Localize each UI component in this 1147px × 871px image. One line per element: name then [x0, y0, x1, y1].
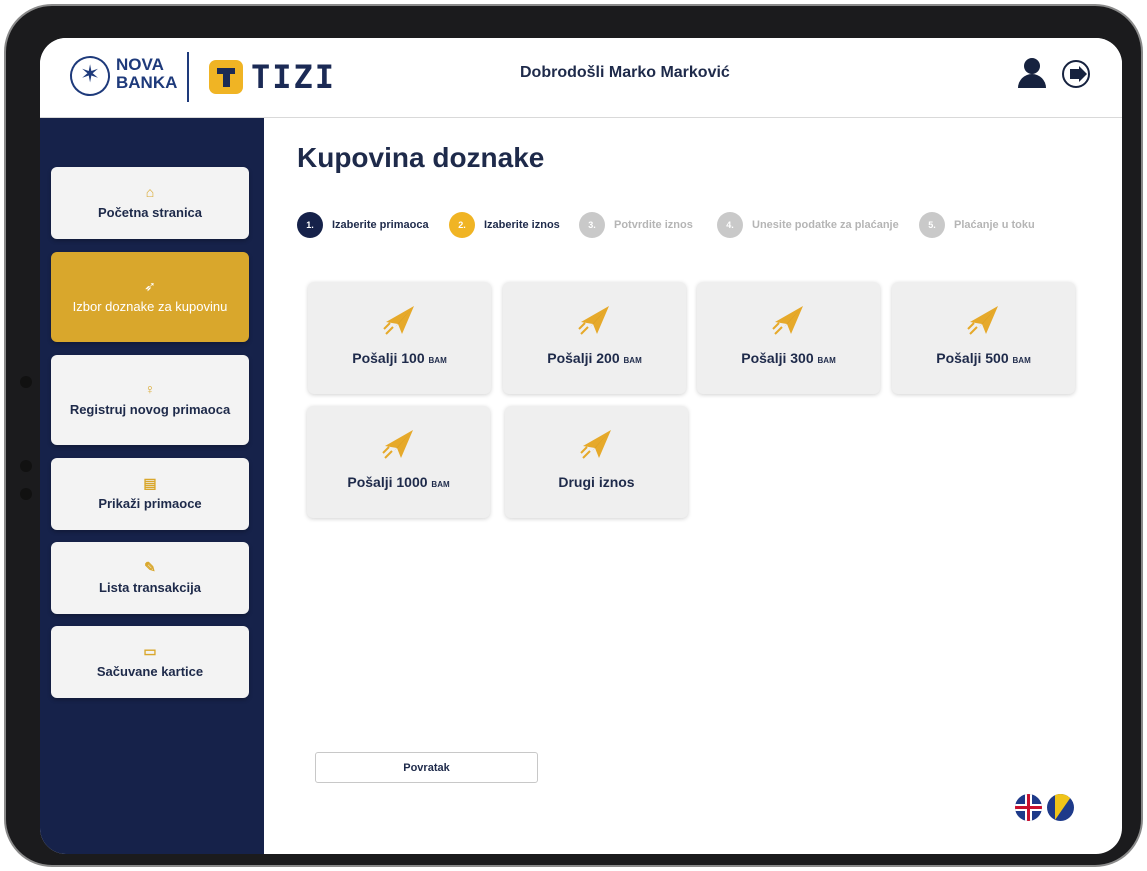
amount-label: Pošalji 200 BAM — [547, 350, 642, 366]
step-label: Izaberite primaoca — [332, 219, 429, 231]
amount-label: Pošalji 100 BAM — [352, 350, 447, 366]
document-icon: ▤ — [143, 475, 157, 491]
step-label: Unesite podatke za plaćanje — [752, 219, 899, 231]
amount-card-other[interactable]: Drugi iznos — [505, 406, 688, 518]
app-screen: ✶ NOVA BANKA TIZI Dobrodošli Marko Marko… — [40, 38, 1122, 854]
sidebar-item-saved-cards[interactable]: ▭ Sačuvane kartice — [51, 626, 249, 698]
send-plane-icon — [383, 306, 414, 335]
bosnian-flag-icon[interactable] — [1047, 794, 1074, 821]
sidebar-item-label: Izbor doznake za kupovinu — [72, 299, 228, 314]
device-button — [20, 488, 32, 500]
device-button — [20, 376, 32, 388]
step-number: 3. — [579, 212, 605, 238]
bank-name: NOVA BANKA — [116, 55, 178, 92]
sidebar: ⌂ Početna stranica ➶ Izbor doznake za ku… — [40, 118, 264, 854]
back-button[interactable]: Povratak — [315, 752, 538, 783]
card-icon: ▭ — [143, 643, 157, 659]
tizi-mark-icon — [209, 60, 243, 94]
amount-card-200[interactable]: Pošalji 200 BAM — [503, 282, 686, 394]
step-label: Potvrdite iznos — [614, 219, 693, 231]
home-icon: ⌂ — [145, 184, 155, 200]
send-plane-icon: ➶ — [144, 278, 156, 294]
welcome-text: Dobrodošli Marko Marković — [520, 64, 730, 81]
send-plane-icon — [578, 306, 609, 335]
step-label: Izaberite iznos — [484, 219, 560, 231]
step-number: 5. — [919, 212, 945, 238]
step-number: 4. — [717, 212, 743, 238]
list-edit-icon: ✎ — [144, 559, 156, 575]
nova-banka-logo: ✶ NOVA BANKA — [64, 50, 180, 102]
sidebar-item-label: Registruj novog primaoca — [69, 402, 231, 417]
step-5: 5. Plaćanje u toku — [919, 212, 1035, 238]
amount-card-1000[interactable]: Pošalji 1000 BAM — [307, 406, 490, 518]
sidebar-item-transactions[interactable]: ✎ Lista transakcija — [51, 542, 249, 614]
star-icon: ✶ — [80, 60, 101, 88]
page-title: Kupovina doznake — [297, 142, 545, 173]
step-1: 1. Izaberite primaoca — [297, 212, 429, 238]
sidebar-item-label: Lista transakcija — [99, 580, 201, 595]
amount-label: Pošalji 500 BAM — [936, 350, 1031, 366]
step-3: 3. Potvrdite iznos — [579, 212, 693, 238]
sidebar-item-recipients[interactable]: ▤ Prikaži primaoce — [51, 458, 249, 530]
sidebar-item-label: Sačuvane kartice — [96, 664, 204, 679]
user-profile-icon[interactable] — [1016, 58, 1048, 90]
top-bar: ✶ NOVA BANKA TIZI Dobrodošli Marko Marko… — [40, 38, 1122, 118]
amount-card-100[interactable]: Pošalji 100 BAM — [308, 282, 491, 394]
sidebar-item-label: Prikaži primaoce — [98, 496, 202, 511]
step-number: 2. — [449, 212, 475, 238]
sidebar-item-home[interactable]: ⌂ Početna stranica — [51, 167, 249, 239]
device-button — [20, 460, 32, 472]
logout-icon[interactable] — [1062, 60, 1090, 88]
amount-card-500[interactable]: Pošalji 500 BAM — [892, 282, 1075, 394]
send-plane-icon — [382, 430, 413, 459]
app-name: TIZI — [251, 58, 337, 96]
sidebar-item-register-recipient[interactable]: ♀ Registruj novog primaoca — [51, 355, 249, 445]
send-plane-icon — [772, 306, 803, 335]
sidebar-item-remittance[interactable]: ➶ Izbor doznake za kupovinu — [51, 252, 249, 342]
english-flag-icon[interactable] — [1015, 794, 1042, 821]
amount-label: Pošalji 1000 BAM — [347, 474, 450, 490]
step-4: 4. Unesite podatke za plaćanje — [717, 212, 899, 238]
step-label: Plaćanje u toku — [954, 219, 1035, 231]
step-2: 2. Izaberite iznos — [449, 212, 560, 238]
amount-card-300[interactable]: Pošalji 300 BAM — [697, 282, 880, 394]
step-number: 1. — [297, 212, 323, 238]
send-plane-icon — [580, 430, 611, 459]
sidebar-item-label: Početna stranica — [97, 205, 203, 220]
add-user-icon: ♀ — [144, 381, 156, 397]
send-plane-icon — [967, 306, 998, 335]
amount-label: Pošalji 300 BAM — [741, 350, 836, 366]
amount-label: Drugi iznos — [558, 474, 635, 490]
logo-divider — [187, 52, 189, 102]
tablet-frame: ✶ NOVA BANKA TIZI Dobrodošli Marko Marko… — [4, 4, 1143, 867]
